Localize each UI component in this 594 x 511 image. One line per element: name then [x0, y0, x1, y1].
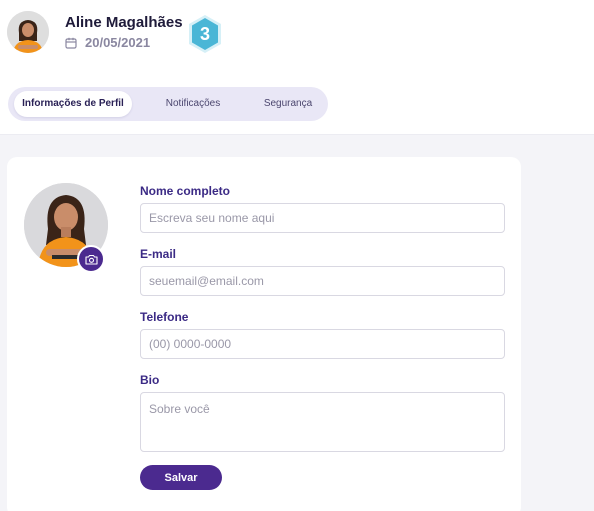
- user-name: Aline Magalhães: [65, 14, 183, 31]
- level-number: 3: [199, 23, 210, 44]
- bio-textarea[interactable]: [140, 392, 505, 452]
- avatar-photo: [7, 11, 49, 53]
- level-badge: 3: [187, 14, 223, 54]
- profile-header: Aline Magalhães 20/05/2021 3 Informações…: [0, 0, 594, 135]
- full-name-label: Nome completo: [140, 184, 231, 198]
- phone-input[interactable]: [140, 329, 505, 359]
- save-button[interactable]: Salvar: [140, 465, 222, 490]
- tab-profile-info[interactable]: Informações de Perfil: [14, 91, 132, 117]
- date-row: 20/05/2021: [65, 35, 150, 50]
- change-photo-button[interactable]: [77, 245, 105, 273]
- phone-label: Telefone: [140, 310, 189, 324]
- avatar[interactable]: [7, 11, 49, 53]
- email-label: E-mail: [140, 247, 177, 261]
- camera-icon: [84, 254, 98, 265]
- bio-label: Bio: [140, 373, 160, 387]
- full-name-input[interactable]: [140, 203, 505, 233]
- calendar-icon: [65, 37, 77, 49]
- tab-bar: Informações de Perfil Notificações Segur…: [8, 87, 328, 121]
- tab-notifications[interactable]: Notificações: [153, 91, 233, 117]
- tab-security[interactable]: Segurança: [252, 91, 324, 117]
- email-input[interactable]: [140, 266, 505, 296]
- join-date: 20/05/2021: [85, 35, 151, 50]
